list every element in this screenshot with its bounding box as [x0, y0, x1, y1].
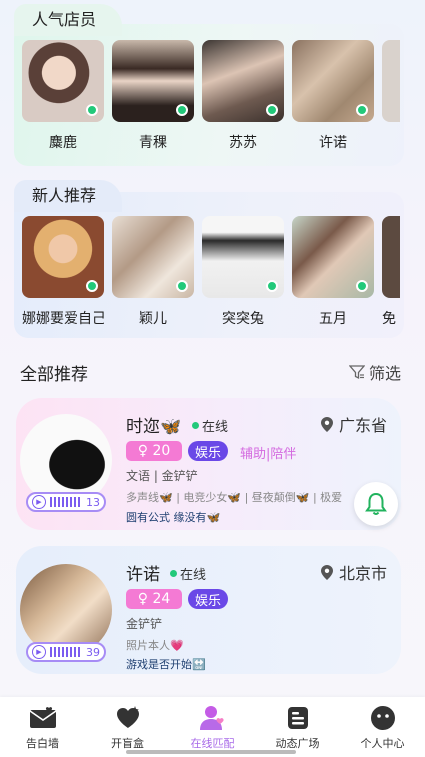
match-icon: [199, 705, 227, 731]
voice-intro-button[interactable]: ▶ 39: [26, 642, 106, 662]
staff-name: 颖儿: [139, 311, 167, 327]
staff-card[interactable]: ▶ 39 许诺 在线 北京市 ♀ 24 娱乐 金铲铲 照片本人💗 游戏是否开始🔛: [16, 546, 401, 674]
role-text: 辅助|陪伴: [240, 447, 297, 462]
online-indicator: [86, 280, 98, 292]
location-pin-icon: [320, 564, 333, 580]
online-indicator: [266, 280, 278, 292]
hot-staff-item[interactable]: [382, 40, 400, 152]
staff-name: 麋鹿: [49, 135, 77, 151]
waveform-icon: [50, 647, 82, 657]
staff-photo[interactable]: [112, 40, 194, 122]
follow-bell-button[interactable]: [354, 482, 398, 526]
nav-label: 个人中心: [360, 737, 405, 750]
bell-icon: [365, 492, 387, 515]
confession-wall-icon: [29, 705, 57, 731]
hot-staff-item[interactable]: 青稞: [112, 40, 194, 152]
skill-tags: 照片本人💗: [126, 639, 184, 652]
online-status: 在线: [192, 416, 228, 435]
online-indicator: [356, 280, 368, 292]
staff-name: 许诺: [319, 135, 347, 151]
motto: 圆有公式 缘没有🦋: [126, 511, 221, 524]
staff-photo[interactable]: [292, 216, 374, 298]
hot-staff-title: 人气店员: [14, 4, 123, 36]
staff-photo[interactable]: [292, 40, 374, 122]
age-gender-badge: ♀ 20: [126, 441, 182, 461]
staff-name: 苏苏: [229, 135, 257, 151]
staff-name: 许诺: [126, 565, 160, 585]
staff-photo[interactable]: [202, 216, 284, 298]
category-badge: 娱乐: [188, 441, 228, 461]
nav-confession-wall[interactable]: 告白墙: [3, 705, 83, 757]
motto: 游戏是否开始🔛: [126, 658, 206, 671]
filter-icon: [348, 365, 365, 380]
hot-staff-item[interactable]: 许诺: [292, 40, 374, 152]
online-indicator: [176, 104, 188, 116]
play-icon: ▶: [32, 645, 46, 659]
staff-photo[interactable]: [22, 216, 104, 298]
blind-box-icon: [114, 705, 142, 731]
filter-button[interactable]: 筛选: [348, 360, 401, 384]
online-dot-icon: [170, 570, 177, 577]
staff-name: 时迩🦋: [126, 417, 182, 437]
online-dot-icon: [192, 422, 199, 429]
feed-icon: [284, 705, 312, 731]
hot-staff-item[interactable]: 麋鹿: [22, 40, 104, 152]
nav-profile[interactable]: 个人中心: [343, 705, 423, 757]
online-indicator: [266, 104, 278, 116]
all-recommend-title: 全部推荐: [20, 365, 88, 385]
hot-staff-item[interactable]: 苏苏: [202, 40, 284, 152]
category-badge: 娱乐: [188, 589, 228, 609]
play-icon: ▶: [32, 495, 46, 509]
nav-label: 告白墙: [26, 737, 59, 750]
staff-photo[interactable]: [382, 216, 400, 298]
nav-label: 开盲盒: [111, 737, 144, 750]
hot-staff-list[interactable]: 麋鹿 青稞 苏苏 许诺: [22, 40, 400, 152]
nav-label: 在线匹配: [190, 737, 235, 750]
nav-label: 动态广场: [275, 737, 320, 750]
age-gender-badge: ♀ 24: [126, 589, 182, 609]
new-staff-list[interactable]: 娜娜要爱自己 颖儿 突突兔 五月 免: [22, 216, 400, 328]
staff-name: 娜娜要爱自己: [22, 311, 104, 327]
new-staff-item[interactable]: 免: [382, 216, 400, 328]
staff-name: 青稞: [139, 135, 167, 151]
skill-tags: 多声线🦋 | 电竞少女🦋 | 昼夜颠倒🦋 | 极爱: [126, 491, 343, 504]
home-indicator: [126, 750, 296, 754]
staff-photo[interactable]: [382, 40, 400, 122]
bottom-nav: 告白墙 开盲盒 在线匹配 动态广场 个人中心: [0, 697, 425, 757]
voice-duration: 13: [86, 495, 100, 509]
location: 广东省: [320, 412, 387, 436]
waveform-icon: [50, 497, 82, 507]
online-status: 在线: [170, 564, 206, 583]
new-staff-item[interactable]: 突突兔: [202, 216, 284, 328]
game-tier: 金铲铲: [126, 617, 163, 631]
staff-photo[interactable]: [202, 40, 284, 122]
voice-duration: 39: [86, 645, 100, 659]
profile-icon: [369, 705, 397, 731]
online-indicator: [176, 280, 188, 292]
online-indicator: [86, 104, 98, 116]
game-tier: 文语 | 金铲铲: [126, 469, 198, 483]
staff-name: 五月: [319, 311, 347, 327]
staff-card[interactable]: ▶ 13 时迩🦋 在线 广东省 ♀ 20 娱乐 辅助|陪伴 文语 | 金铲铲 多…: [16, 398, 401, 530]
location-pin-icon: [320, 416, 333, 432]
voice-intro-button[interactable]: ▶ 13: [26, 492, 106, 512]
staff-photo[interactable]: [22, 40, 104, 122]
filter-label: 筛选: [368, 364, 401, 383]
new-staff-item[interactable]: 颖儿: [112, 216, 194, 328]
location: 北京市: [320, 560, 387, 584]
new-staff-item[interactable]: 五月: [292, 216, 374, 328]
new-staff-item[interactable]: 娜娜要爱自己: [22, 216, 104, 328]
online-indicator: [356, 104, 368, 116]
new-staff-title: 新人推荐: [14, 180, 123, 212]
staff-photo[interactable]: [112, 216, 194, 298]
staff-name: 突突兔: [222, 311, 264, 327]
staff-name: 免: [382, 311, 396, 327]
